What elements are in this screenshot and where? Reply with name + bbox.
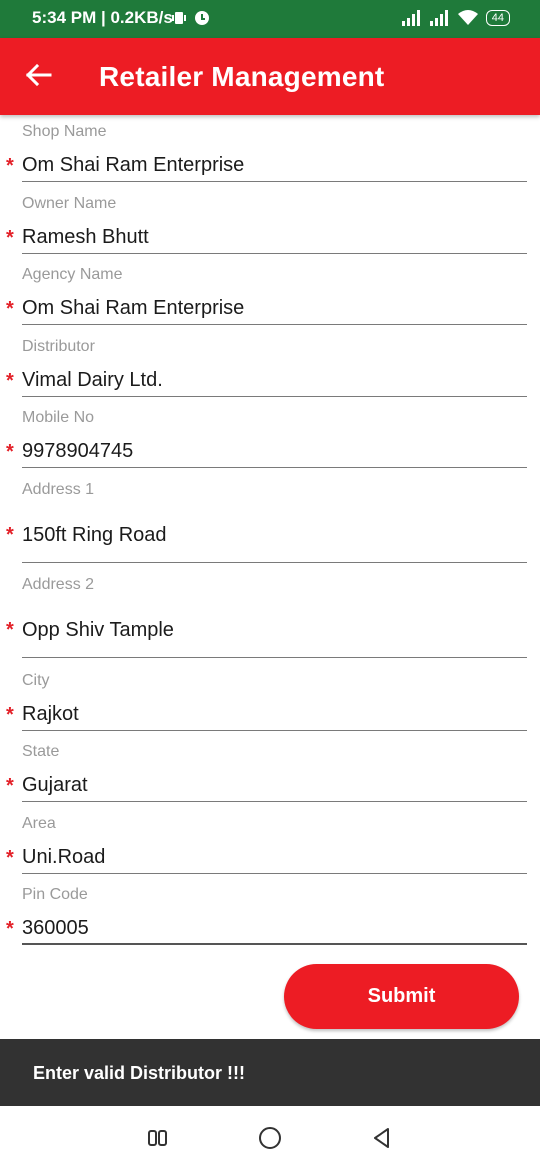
field-label: Address 2: [22, 576, 95, 593]
shop-name-input[interactable]: Om Shai Ram Enterprise: [22, 154, 244, 177]
required-marker: *: [6, 704, 14, 726]
required-marker: *: [6, 155, 14, 177]
field-label: State: [22, 743, 60, 760]
vibrate-icon: [172, 12, 186, 24]
input-underline: [22, 730, 527, 731]
field-label: Owner Name: [22, 195, 117, 212]
app-bar: Retailer Management: [0, 38, 540, 115]
input-underline: [22, 801, 527, 802]
signal-icon-2: [429, 10, 448, 26]
input-underline: [22, 873, 527, 874]
required-marker: *: [6, 298, 14, 320]
required-marker: *: [6, 524, 14, 546]
status-time: 5:34 PM | 0.2KB/s: [32, 8, 173, 27]
back-arrow-icon[interactable]: [24, 60, 54, 90]
address-2-input[interactable]: Opp Shiv Tample: [22, 619, 174, 642]
snackbar-message: Enter valid Distributor !!!: [33, 1063, 246, 1083]
state-input[interactable]: Gujarat: [22, 774, 88, 797]
required-marker: *: [6, 775, 14, 797]
required-marker: *: [6, 847, 14, 869]
field-label: Shop Name: [22, 123, 107, 140]
required-marker: *: [6, 370, 14, 392]
field-label: Address 1: [22, 481, 95, 498]
snackbar: Enter valid Distributor !!!: [0, 1039, 540, 1106]
input-underline: [22, 657, 527, 658]
home-icon[interactable]: [256, 1124, 284, 1152]
field-label: Pin Code: [22, 886, 88, 903]
data-saver-icon: [195, 11, 209, 25]
back-nav-icon[interactable]: [368, 1124, 396, 1152]
field-label: City: [22, 672, 50, 689]
pin-code-input[interactable]: 360005: [22, 917, 89, 940]
system-nav-bar: [0, 1106, 540, 1170]
agency-name-input[interactable]: Om Shai Ram Enterprise: [22, 297, 244, 320]
input-underline: [22, 467, 527, 468]
required-marker: *: [6, 918, 14, 940]
mobile-no-input[interactable]: 9978904745: [22, 440, 133, 463]
input-underline: [22, 181, 527, 182]
address-1-input[interactable]: 150ft Ring Road: [22, 524, 167, 547]
field-label: Agency Name: [22, 266, 123, 283]
required-marker: *: [6, 619, 14, 641]
required-marker: *: [6, 227, 14, 249]
input-underline: [22, 324, 527, 325]
input-underline: [22, 396, 527, 397]
distributor-input[interactable]: Vimal Dairy Ltd.: [22, 369, 163, 392]
input-underline: [22, 253, 527, 254]
recents-icon[interactable]: [144, 1124, 172, 1152]
owner-name-input[interactable]: Ramesh Bhutt: [22, 226, 149, 249]
city-input[interactable]: Rajkot: [22, 703, 79, 726]
input-underline: [22, 943, 527, 945]
battery-icon: 44: [485, 10, 510, 26]
page-title: Retailer Management: [99, 61, 385, 92]
field-label: Distributor: [22, 338, 95, 355]
wifi-icon: [457, 10, 478, 25]
field-label: Mobile No: [22, 409, 95, 426]
field-label: Area: [22, 815, 56, 832]
area-input[interactable]: Uni.Road: [22, 846, 105, 869]
required-marker: *: [6, 441, 14, 463]
input-underline: [22, 562, 527, 563]
status-bar: 5:34 PM | 0.2KB/s 44: [0, 0, 540, 38]
signal-icon-1: [401, 10, 420, 26]
submit-button[interactable]: Submit: [284, 964, 519, 1029]
